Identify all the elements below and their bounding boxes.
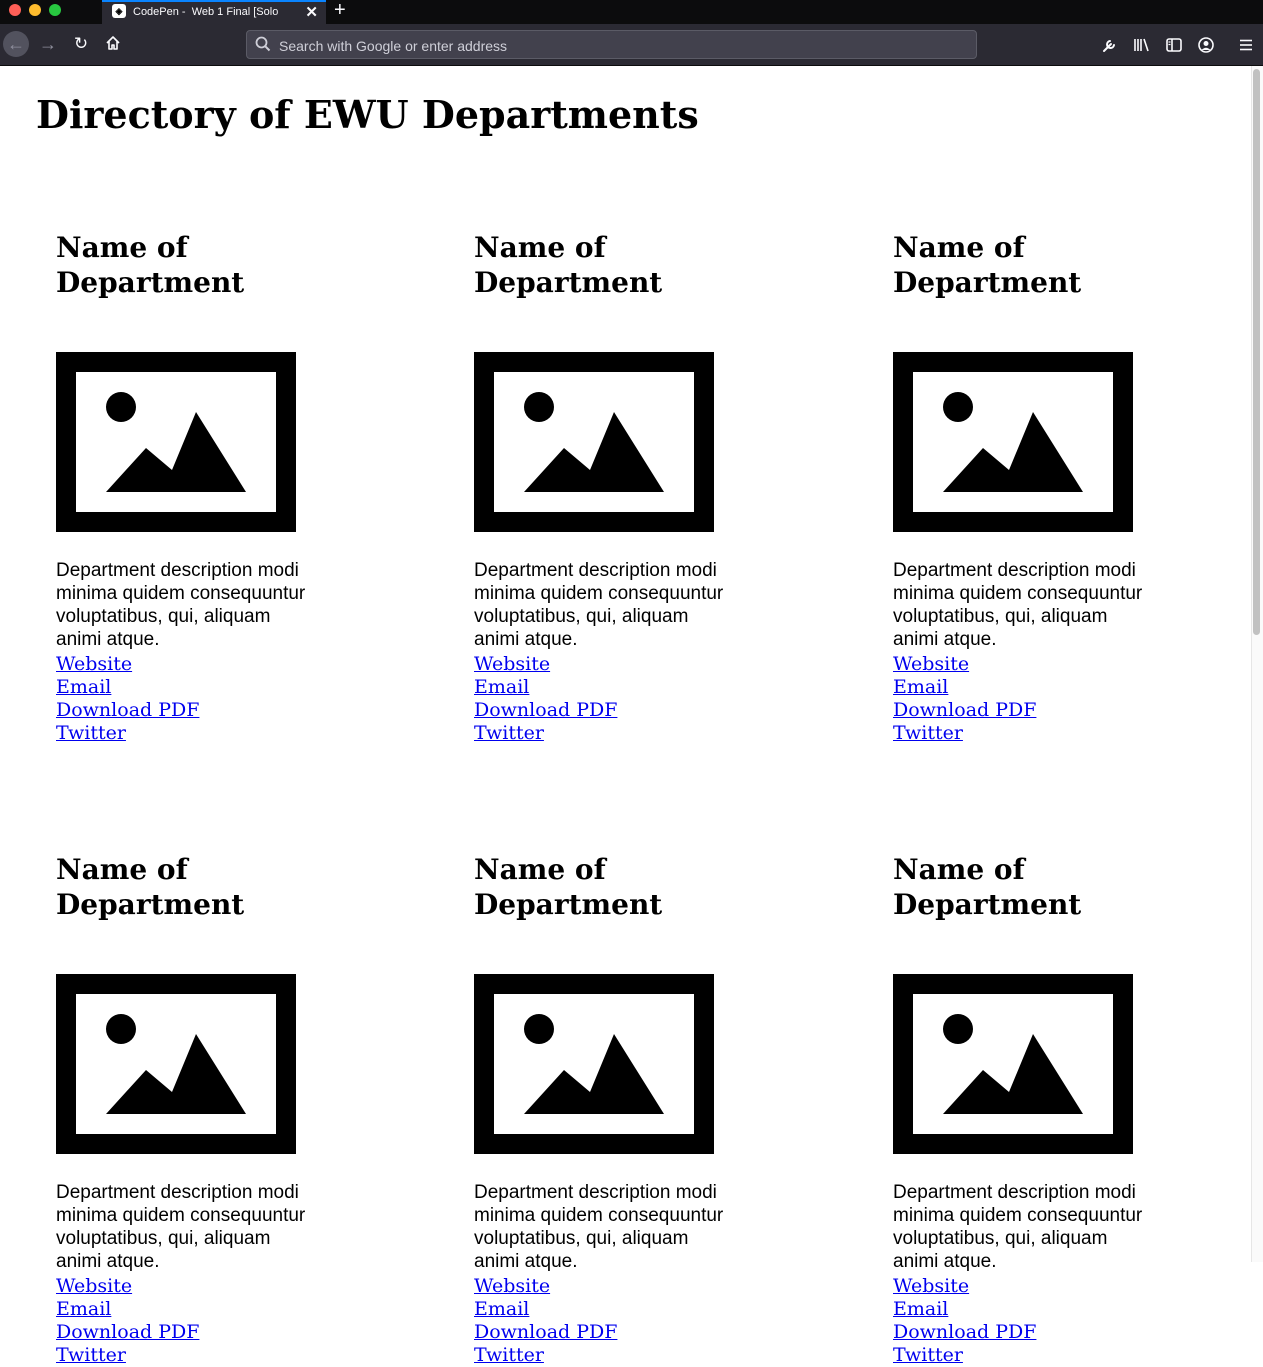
new-tab-button[interactable]: +	[334, 0, 346, 22]
email-link[interactable]: Email	[56, 1298, 199, 1321]
department-name: Name of Department	[893, 231, 1082, 299]
search-icon	[255, 36, 271, 52]
page-title: Directory of EWU Departments	[36, 92, 699, 137]
codepen-icon: ◈	[112, 4, 126, 19]
department-description: Department description modi minima quide…	[56, 1182, 306, 1272]
email-link[interactable]: Email	[893, 676, 1036, 699]
department-links: Website Email Download PDF Twitter	[893, 1275, 1036, 1367]
email-link[interactable]: Email	[474, 676, 617, 699]
department-links: Website Email Download PDF Twitter	[474, 653, 617, 745]
department-description: Department description modi minima quide…	[474, 1182, 724, 1272]
download-pdf-link[interactable]: Download PDF	[893, 699, 1036, 722]
email-link[interactable]: Email	[893, 1298, 1036, 1321]
twitter-link[interactable]: Twitter	[893, 1344, 1036, 1367]
wrench-icon[interactable]	[1101, 36, 1119, 54]
department-name: Name of Department	[474, 853, 663, 921]
download-pdf-link[interactable]: Download PDF	[56, 699, 199, 722]
back-button[interactable]: ←	[3, 31, 29, 57]
twitter-link[interactable]: Twitter	[56, 1344, 199, 1367]
website-link[interactable]: Website	[56, 653, 199, 676]
minimize-window-button[interactable]	[29, 4, 41, 16]
sidebar-icon[interactable]	[1165, 36, 1183, 54]
close-window-button[interactable]	[9, 4, 21, 16]
website-link[interactable]: Website	[474, 653, 617, 676]
department-links: Website Email Download PDF Twitter	[56, 653, 199, 745]
download-pdf-link[interactable]: Download PDF	[474, 699, 617, 722]
tab-bar: ◈ CodePen - Web 1 Final [Solo ✕ +	[0, 0, 1263, 24]
library-icon[interactable]	[1133, 36, 1151, 54]
account-icon[interactable]	[1197, 36, 1215, 54]
url-input[interactable]	[277, 35, 961, 56]
email-link[interactable]: Email	[56, 676, 199, 699]
home-icon	[106, 36, 120, 50]
image-placeholder-icon	[56, 352, 296, 532]
page-scrollbar-thumb[interactable]	[1253, 69, 1260, 635]
download-pdf-link[interactable]: Download PDF	[56, 1321, 199, 1344]
department-name: Name of Department	[474, 231, 663, 299]
tab-codepen[interactable]: ◈ CodePen - Web 1 Final [Solo ✕	[102, 0, 326, 24]
maximize-window-button[interactable]	[49, 4, 61, 16]
image-placeholder-icon	[474, 974, 714, 1154]
download-pdf-link[interactable]: Download PDF	[893, 1321, 1036, 1344]
department-description: Department description modi minima quide…	[56, 560, 306, 650]
home-button[interactable]	[103, 35, 123, 57]
twitter-link[interactable]: Twitter	[474, 722, 617, 745]
department-name: Name of Department	[56, 853, 245, 921]
twitter-link[interactable]: Twitter	[893, 722, 1036, 745]
department-links: Website Email Download PDF Twitter	[893, 653, 1036, 745]
website-link[interactable]: Website	[893, 653, 1036, 676]
email-link[interactable]: Email	[474, 1298, 617, 1321]
department-name: Name of Department	[893, 853, 1082, 921]
image-placeholder-icon	[56, 974, 296, 1154]
reload-button[interactable]: ↻	[71, 34, 91, 54]
image-placeholder-icon	[474, 352, 714, 532]
department-description: Department description modi minima quide…	[474, 560, 724, 650]
department-links: Website Email Download PDF Twitter	[474, 1275, 617, 1367]
download-pdf-link[interactable]: Download PDF	[474, 1321, 617, 1344]
image-placeholder-icon	[893, 352, 1133, 532]
tab-title: CodePen - Web 1 Final [Solo	[133, 6, 279, 19]
forward-button[interactable]: →	[38, 34, 58, 54]
website-link[interactable]: Website	[56, 1275, 199, 1298]
image-placeholder-icon	[893, 974, 1133, 1154]
website-link[interactable]: Website	[893, 1275, 1036, 1298]
tab-close-icon[interactable]: ✕	[305, 3, 318, 23]
department-description: Department description modi minima quide…	[893, 560, 1143, 650]
department-description: Department description modi minima quide…	[893, 1182, 1143, 1272]
menu-icon[interactable]	[1237, 36, 1255, 54]
department-links: Website Email Download PDF Twitter	[56, 1275, 199, 1367]
website-link[interactable]: Website	[474, 1275, 617, 1298]
twitter-link[interactable]: Twitter	[474, 1344, 617, 1367]
address-bar[interactable]	[246, 30, 977, 59]
twitter-link[interactable]: Twitter	[56, 722, 199, 745]
navigation-toolbar: ← → ↻	[0, 24, 1263, 66]
department-name: Name of Department	[56, 231, 245, 299]
